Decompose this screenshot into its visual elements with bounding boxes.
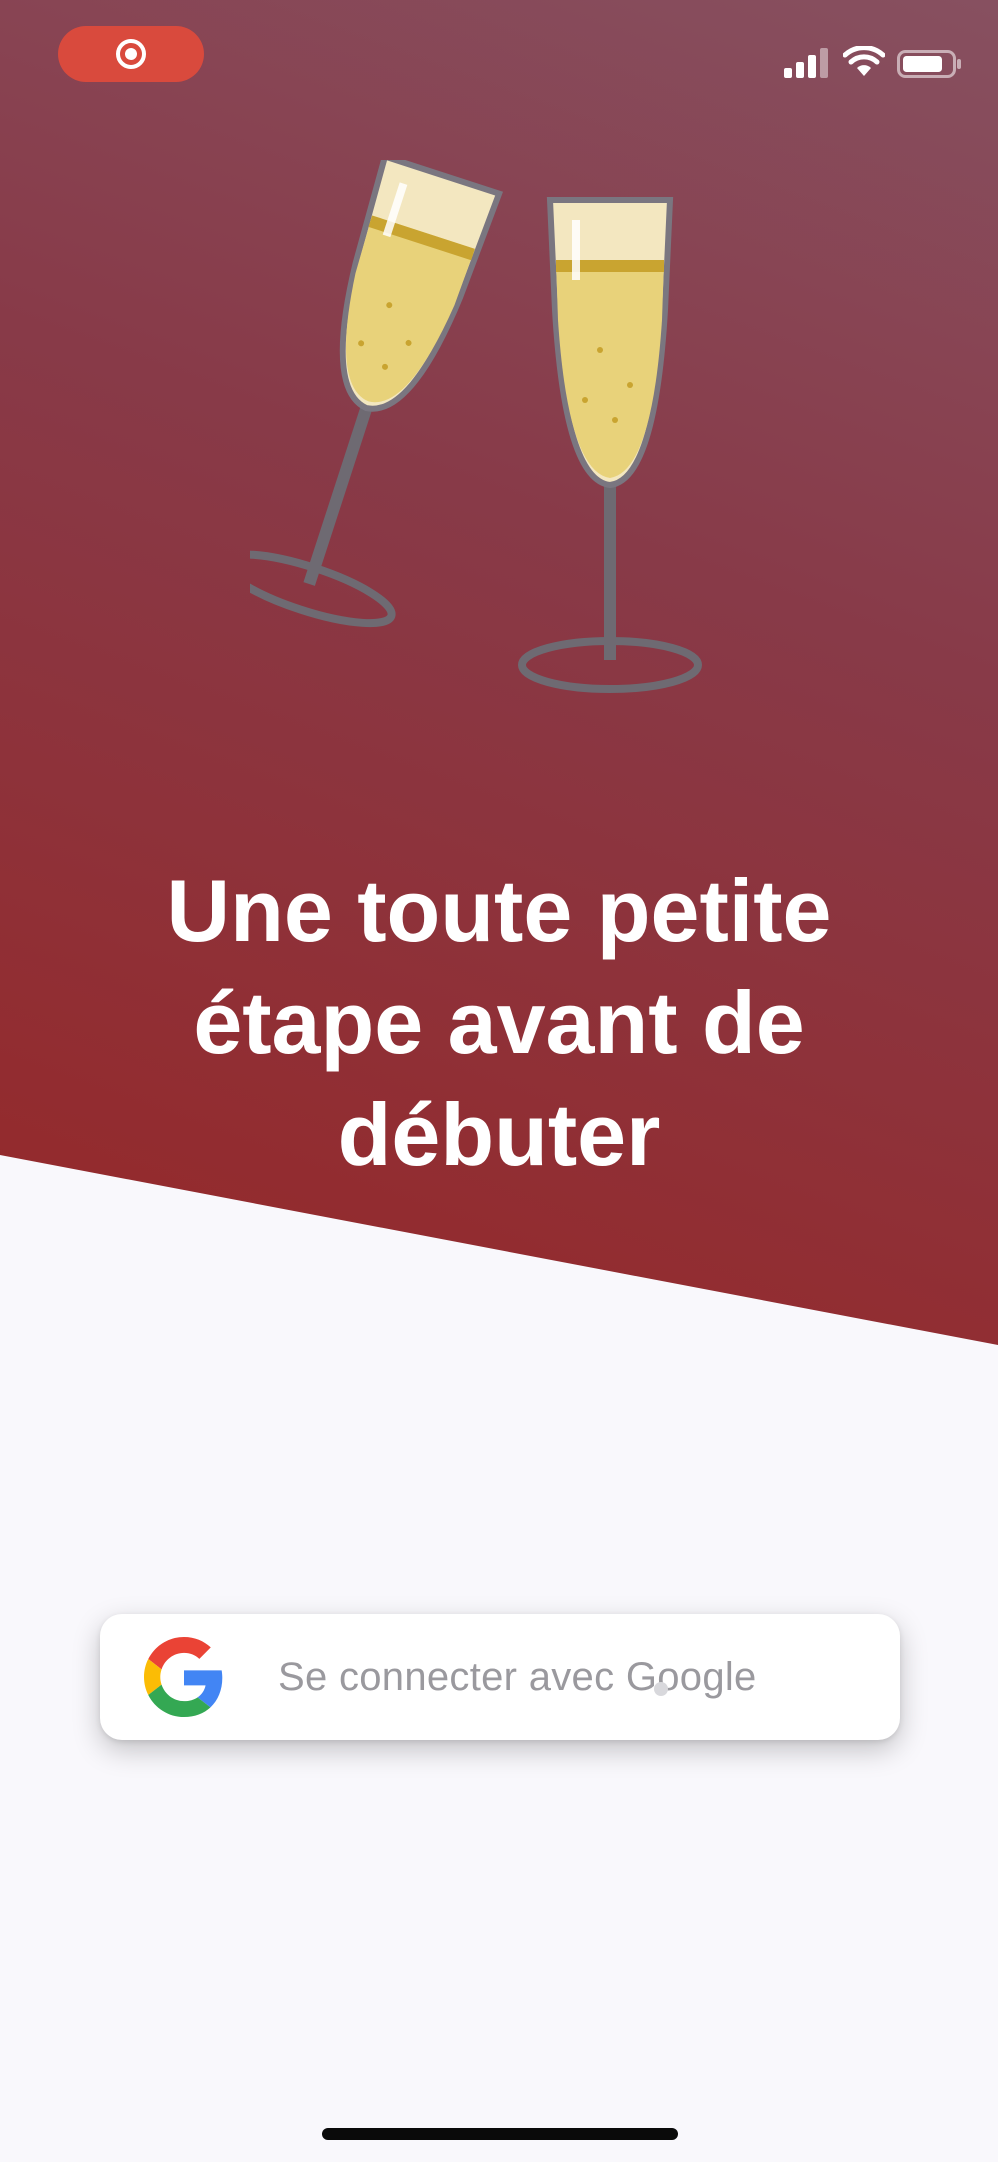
screen-recording-indicator[interactable] (58, 26, 204, 82)
champagne-glasses-illustration (250, 160, 702, 693)
battery-icon (897, 50, 961, 78)
cellular-signal-icon (784, 48, 828, 78)
touch-indicator (654, 1682, 668, 1696)
google-sign-in-button[interactable]: Se connecter avec Google (100, 1614, 900, 1740)
home-indicator[interactable] (322, 2128, 678, 2140)
screen-recording-icon (116, 39, 146, 69)
page-title: Une toute petite étape avant de débuter (166, 861, 832, 1184)
google-sign-in-label: Se connecter avec Google (278, 1655, 757, 1699)
wifi-icon (843, 46, 885, 76)
google-g-icon (144, 1637, 223, 1717)
status-bar (0, 0, 998, 110)
